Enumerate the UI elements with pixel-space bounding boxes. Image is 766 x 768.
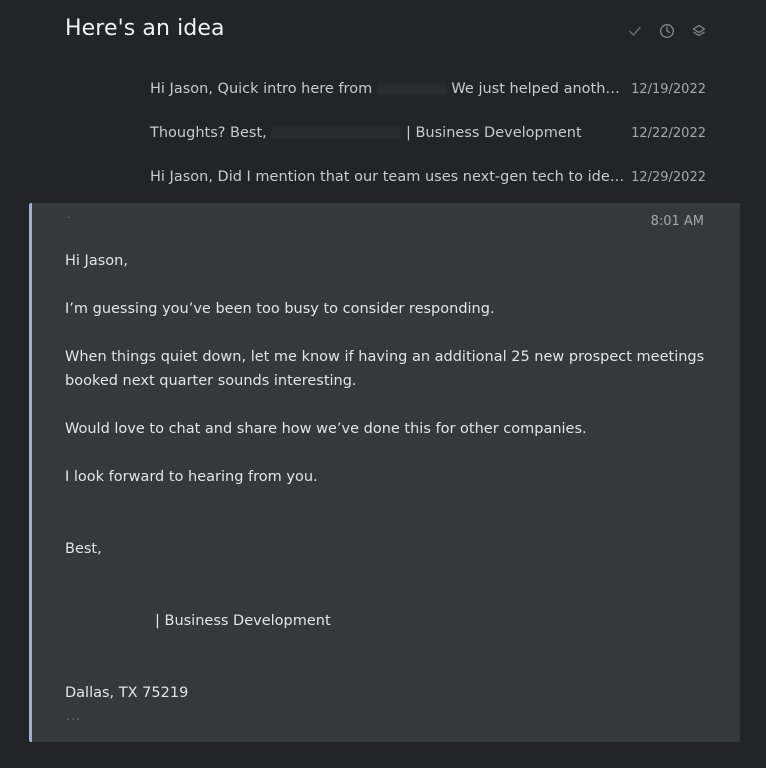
email-thread-view: Here's an idea Hi Jason, Quick intro her…: [0, 0, 766, 768]
snippet-text: Thoughts? Best,: [150, 125, 267, 141]
thread-actions: [626, 22, 708, 40]
redacted-text: [376, 83, 447, 95]
thread-message-row[interactable]: Thoughts? Best, | Business Development 1…: [150, 121, 706, 145]
remind-later-button[interactable]: [658, 22, 676, 40]
closing: Best,: [65, 541, 102, 557]
message-snippet: Hi Jason, Quick intro here from We just …: [150, 81, 628, 97]
body-paragraph: I look forward to hearing from you.: [65, 469, 318, 485]
snippet-text-cont: | Business Development: [405, 125, 582, 141]
message-date: 12/22/2022: [631, 125, 706, 141]
message-time: 8:01 AM: [650, 214, 704, 229]
signature-title: | Business Development: [155, 613, 331, 629]
clock-icon: [660, 24, 674, 38]
snippet-text: Hi Jason, Quick intro here from: [150, 81, 373, 97]
thread-message-row[interactable]: Hi Jason, Quick intro here from We just …: [150, 77, 706, 101]
mark-done-button[interactable]: [626, 22, 644, 40]
message-body: Hi Jason, I’m guessing you’ve been too b…: [65, 249, 715, 705]
body-paragraph: I’m guessing you’ve been too busy to con…: [65, 301, 495, 317]
thread-subject: Here's an idea: [65, 16, 225, 41]
body-paragraph: When things quiet down, let me know if h…: [65, 349, 705, 389]
check-icon: [629, 26, 641, 36]
thread-message-row[interactable]: Hi Jason, Did I mention that our team us…: [150, 165, 706, 189]
redacted-text: [271, 127, 402, 139]
greeting: Hi Jason,: [65, 253, 128, 269]
show-trimmed-content-button[interactable]: ···: [66, 713, 81, 728]
body-paragraph: Would love to chat and share how we’ve d…: [65, 421, 587, 437]
message-date: 12/19/2022: [631, 81, 706, 97]
message-snippet: Thoughts? Best, | Business Development: [150, 125, 628, 141]
layers-icon: [692, 24, 706, 37]
snippet-text-cont: We just helped another com…: [451, 81, 628, 97]
message-date: 12/29/2022: [631, 169, 706, 185]
signature-address: Dallas, TX 75219: [65, 685, 189, 701]
move-button[interactable]: [690, 22, 708, 40]
sender-name: ·: [67, 213, 71, 224]
expanded-message: · 8:01 AM Hi Jason, I’m guessing you’ve …: [29, 203, 740, 742]
message-snippet: Hi Jason, Did I mention that our team us…: [150, 169, 628, 185]
